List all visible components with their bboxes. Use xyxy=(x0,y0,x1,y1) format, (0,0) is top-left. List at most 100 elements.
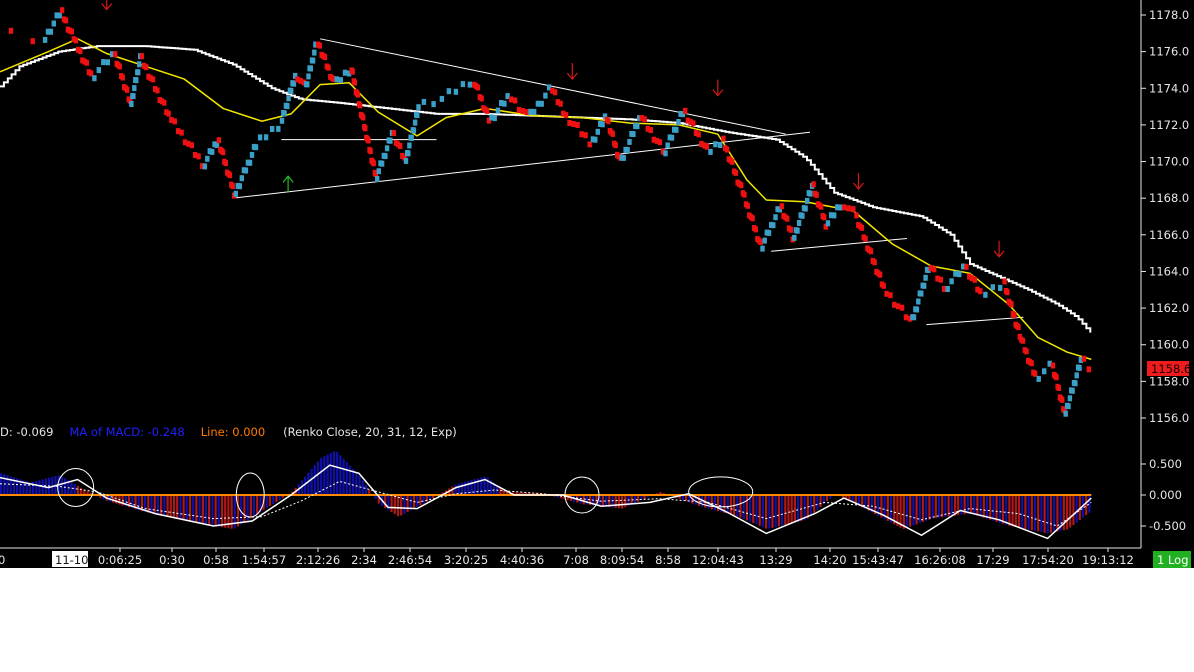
renko-brick xyxy=(1020,337,1026,344)
renko-brick xyxy=(923,274,928,281)
renko-brick xyxy=(63,17,69,24)
time-tick-label: 8:58 xyxy=(655,553,681,567)
macd-hist-bar xyxy=(697,495,700,506)
renko-brick xyxy=(78,48,83,54)
renko-brick xyxy=(1060,396,1065,403)
renko-brick xyxy=(964,263,969,270)
renko-brick xyxy=(575,122,580,128)
macd-hist-bar xyxy=(329,452,332,495)
macd-hist-bar xyxy=(752,495,755,524)
macd-hist-bar xyxy=(1024,495,1027,529)
macd-hist-bar xyxy=(601,495,604,507)
renko-brick xyxy=(305,81,310,88)
macd-hist-bar xyxy=(320,457,323,495)
macd-hist-bar xyxy=(211,495,214,526)
renko-brick xyxy=(669,134,675,141)
renko-brick xyxy=(819,203,824,210)
macd-hist-bar xyxy=(150,495,153,514)
renko-brick xyxy=(162,99,167,106)
macd-hist-bar xyxy=(816,495,819,510)
renko-brick xyxy=(92,75,97,82)
macd-hist-bar xyxy=(249,495,252,519)
renko-brick xyxy=(814,191,819,198)
renko-brick xyxy=(317,42,322,49)
macd-hist-bar xyxy=(1065,495,1069,530)
renko-brick xyxy=(838,204,843,211)
renko-brick xyxy=(532,108,537,115)
renko-brick xyxy=(113,51,118,58)
price-tick-label: 1158.0 xyxy=(1149,374,1189,388)
macd-hist-bar xyxy=(1014,495,1017,528)
macd-hist-bar xyxy=(208,495,211,526)
renko-brick xyxy=(398,143,403,149)
log-scale-button[interactable]: 1 Log xyxy=(1153,551,1191,568)
macd-hist-bar xyxy=(1075,495,1078,523)
macd-hist-bar xyxy=(736,495,739,517)
renko-brick xyxy=(1056,385,1061,391)
macd-hist-bar xyxy=(80,487,83,495)
macd-hist-bar xyxy=(73,484,76,495)
macd-hist-bar xyxy=(195,495,198,524)
macd-hist-bar xyxy=(998,495,1001,523)
ma-of-macd-value: -0.248 xyxy=(148,425,185,439)
renko-brick xyxy=(233,190,238,197)
renko-brick xyxy=(285,103,290,110)
macd-hist-bar xyxy=(582,495,585,505)
renko-brick xyxy=(631,131,636,138)
renko-brick xyxy=(484,107,490,114)
renko-brick xyxy=(771,222,776,229)
renko-brick xyxy=(243,167,249,174)
renko-brick xyxy=(129,101,134,107)
renko-brick xyxy=(822,214,827,221)
renko-brick xyxy=(57,12,62,19)
macd-hist-bar xyxy=(112,495,115,503)
time-tick-label: 0:30 xyxy=(159,553,185,567)
time-tick-label: 14:20 xyxy=(813,553,846,567)
renko-chart: 1178.0 1176.0 1174.0 1172.0 1170.0 1168.0 1166… xyxy=(0,0,1191,568)
macd-hist-bar xyxy=(396,495,400,517)
renko-brick xyxy=(189,142,194,149)
renko-brick xyxy=(338,77,343,84)
renko-brick xyxy=(593,136,598,143)
renko-brick xyxy=(524,109,529,116)
price-tick-label: 1168.0 xyxy=(1149,191,1189,205)
macd-hist-bar xyxy=(787,495,790,524)
renko-brick xyxy=(460,81,466,88)
renko-brick xyxy=(495,107,501,114)
macd-hist-bar xyxy=(710,495,713,510)
macd-tick-label: -0.500 xyxy=(1149,519,1186,533)
renko-brick xyxy=(96,67,101,74)
renko-brick xyxy=(391,130,397,136)
renko-brick xyxy=(388,137,393,144)
renko-brick xyxy=(884,290,889,297)
time-tick-label: 8:09:54 xyxy=(600,553,644,567)
macd-hist-bar xyxy=(905,495,909,528)
price-tick-label: 1174.0 xyxy=(1149,81,1189,95)
renko-brick xyxy=(665,142,670,149)
renko-brick xyxy=(366,137,371,144)
macd-hist-bar xyxy=(419,495,422,506)
renko-bricks xyxy=(8,7,1091,417)
renko-brick xyxy=(131,93,136,100)
macd-hist-bar xyxy=(76,485,79,495)
renko-brick xyxy=(453,88,459,95)
renko-brick xyxy=(676,119,681,125)
renko-brick xyxy=(1029,360,1034,367)
macd-hist-bar xyxy=(941,495,944,518)
macd-hist-bar xyxy=(624,495,627,508)
price-tick-label: 1156.0 xyxy=(1149,411,1189,425)
down-arrow-icon xyxy=(712,79,724,97)
renko-brick xyxy=(600,121,605,128)
renko-brick xyxy=(1077,364,1082,371)
renko-brick xyxy=(583,132,588,139)
renko-brick xyxy=(270,126,275,132)
macd-hist-bar xyxy=(813,495,816,513)
macd-hist-bar xyxy=(345,462,348,495)
macd-hist-bar xyxy=(928,495,931,520)
macd-hist-bar xyxy=(169,495,172,518)
macd-hist-bar xyxy=(352,469,355,495)
renko-brick xyxy=(832,212,837,219)
signal-arrows xyxy=(101,0,1005,258)
macd-tick-label: 0.000 xyxy=(1149,488,1182,502)
renko-brick xyxy=(1063,410,1068,417)
